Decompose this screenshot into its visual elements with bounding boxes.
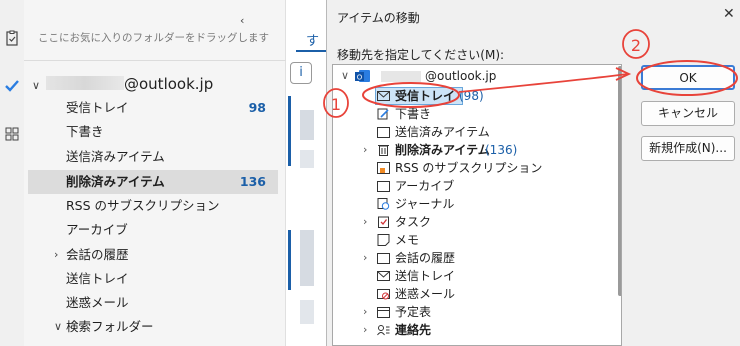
- redacted-name: [46, 76, 124, 90]
- tree-account[interactable]: ∨ O @outlook.jp: [333, 67, 613, 85]
- tree-scrollbar[interactable]: [618, 66, 621, 296]
- move-items-dialog: アイテムの移動 ✕ 移動先を指定してください(M): ∨ O @outlook.…: [326, 0, 740, 346]
- folder-item-drafts[interactable]: 下書き: [28, 120, 278, 144]
- folder-item-inbox[interactable]: 受信トレイ 98: [28, 96, 278, 120]
- chevron-right-icon[interactable]: ›: [363, 141, 373, 159]
- svg-text:O: O: [357, 74, 363, 82]
- tree-item-calendar[interactable]: › 予定表: [333, 303, 613, 321]
- calendar-icon: [377, 307, 390, 318]
- todo-check-icon[interactable]: [4, 78, 20, 94]
- chevron-right-icon[interactable]: ›: [363, 321, 373, 339]
- trash-icon: [378, 145, 389, 156]
- tree-item-archive[interactable]: アーカイブ: [333, 177, 613, 195]
- folder-item-outbox[interactable]: 送信トレイ: [28, 267, 278, 291]
- chevron-right-icon[interactable]: ›: [363, 249, 373, 267]
- folder-item-archive[interactable]: アーカイブ: [28, 218, 278, 242]
- folder-item-rss[interactable]: RSS のサブスクリプション: [28, 194, 278, 218]
- task-clipboard-icon: [378, 216, 389, 228]
- info-icon[interactable]: i: [290, 62, 312, 84]
- tree-item-rss[interactable]: RSS のサブスクリプション: [333, 159, 613, 177]
- cancel-button[interactable]: キャンセル: [641, 101, 735, 126]
- contacts-icon: [377, 325, 390, 336]
- tree-item-notes[interactable]: メモ: [333, 231, 613, 249]
- redacted-name: [381, 71, 421, 82]
- message-list-strip: す i: [286, 0, 326, 346]
- app-rail: [0, 0, 24, 346]
- chevron-down-icon: ∨: [32, 79, 41, 92]
- folder-item-search-folders[interactable]: ∨ 検索フォルダー: [28, 315, 278, 339]
- folder-item-junk[interactable]: 迷惑メール: [28, 291, 278, 315]
- close-icon[interactable]: ✕: [723, 6, 735, 22]
- ok-button[interactable]: OK: [641, 65, 735, 90]
- note-icon: [377, 234, 390, 246]
- apps-grid-icon[interactable]: [4, 126, 20, 142]
- account-header[interactable]: ∨ @outlook.jp: [32, 75, 213, 93]
- draft-pencil-icon: [377, 108, 389, 120]
- tasks-icon[interactable]: [4, 30, 20, 46]
- destination-label: 移動先を指定してください(M):: [337, 48, 505, 62]
- tree-item-deleted[interactable]: › 削除済みアイテム (136): [333, 141, 613, 159]
- folder-item-sent[interactable]: 送信済みアイテム: [28, 145, 278, 169]
- tree-item-contacts[interactable]: › 連絡先: [333, 321, 613, 339]
- tree-item-journal[interactable]: ジャーナル: [333, 195, 613, 213]
- tree-item-inbox[interactable]: 受信トレイ (98): [333, 87, 613, 105]
- rss-icon: [377, 162, 390, 174]
- favorites-hint: ここにお気に入りのフォルダーをドラッグします: [38, 32, 269, 44]
- chevron-down-icon[interactable]: ∨: [341, 67, 351, 85]
- chevron-down-icon[interactable]: ∨: [54, 315, 62, 339]
- tree-item-conversation-history[interactable]: › 会話の履歴: [333, 249, 613, 267]
- unread-count: 136: [239, 174, 266, 189]
- tree-item-tasks[interactable]: › タスク: [333, 213, 613, 231]
- dialog-title: アイテムの移動: [337, 11, 420, 25]
- pane-divider: [24, 60, 286, 61]
- chevron-right-icon[interactable]: ›: [54, 243, 58, 267]
- tree-item-outbox[interactable]: 送信トレイ: [333, 267, 613, 285]
- unread-count: 98: [248, 100, 266, 115]
- journal-icon: [377, 198, 390, 210]
- sent-folder-icon: [377, 127, 390, 138]
- outlook-icon: O: [355, 70, 370, 82]
- outbox-icon: [377, 271, 390, 281]
- chevron-right-icon[interactable]: ›: [363, 303, 373, 321]
- collapse-pane-icon[interactable]: ‹: [240, 14, 244, 27]
- tab-underline: [296, 50, 326, 52]
- unread-marker: [288, 96, 291, 166]
- tree-item-sent[interactable]: 送信済みアイテム: [333, 123, 613, 141]
- list-tab[interactable]: す: [306, 30, 319, 49]
- unread-marker: [288, 230, 291, 290]
- archive-folder-icon: [377, 181, 390, 192]
- folder-icon: [377, 253, 390, 264]
- folder-tree[interactable]: ∨ O @outlook.jp 受信トレイ (98) 下書き 送信済みアイテム …: [332, 64, 622, 346]
- blurred-content: [300, 300, 314, 324]
- folder-item-conversation-history[interactable]: › 会話の履歴: [28, 243, 278, 267]
- folder-item-deleted[interactable]: 削除済みアイテム 136: [28, 170, 278, 194]
- new-folder-button[interactable]: 新規作成(N)...: [641, 136, 735, 161]
- mail-icon: [377, 91, 390, 101]
- blurred-content: [300, 110, 314, 140]
- blurred-content: [300, 230, 314, 286]
- chevron-right-icon[interactable]: ›: [363, 213, 373, 231]
- tree-item-junk[interactable]: 迷惑メール: [333, 285, 613, 303]
- tree-item-drafts[interactable]: 下書き: [333, 105, 613, 123]
- junk-mail-icon: [377, 289, 390, 300]
- blurred-content: [300, 150, 314, 168]
